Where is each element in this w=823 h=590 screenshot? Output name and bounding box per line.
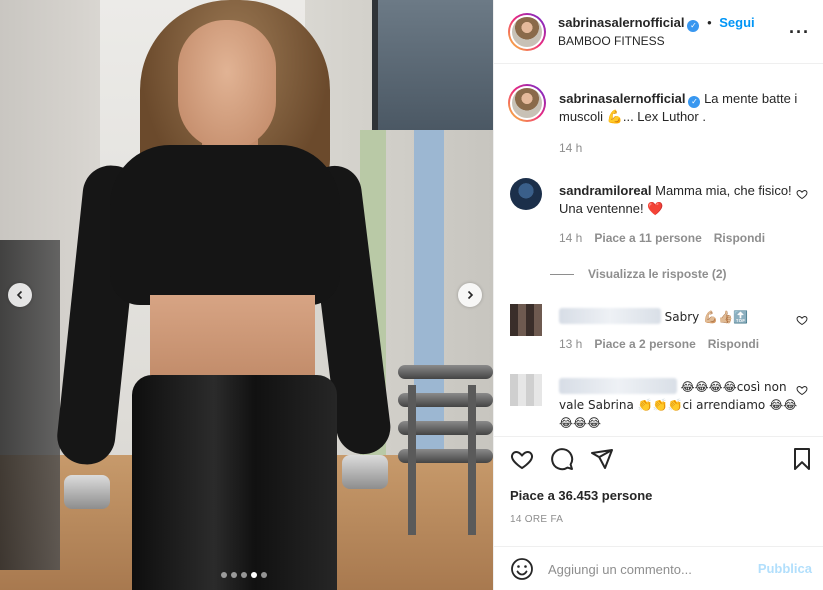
reply-button[interactable]: Rispondi (708, 337, 759, 351)
save-bookmark-icon[interactable] (790, 447, 814, 471)
author-avatar[interactable] (508, 13, 546, 51)
comment-body: 😂😂😂😂così non vale Sabrina 👏👏👏ci arrendia… (559, 378, 799, 432)
like-comment-heart-icon[interactable] (796, 188, 808, 200)
comments-list[interactable]: sabrinasalernofficial ✓ La mente batte i … (494, 64, 823, 436)
share-paper-plane-icon[interactable] (590, 447, 614, 471)
like-heart-icon[interactable] (510, 447, 534, 471)
like-comment-heart-icon[interactable] (796, 314, 808, 326)
caption-avatar[interactable] (508, 84, 546, 122)
caption-username[interactable]: sabrinasalernofficial (559, 91, 685, 106)
author-username[interactable]: sabrinasalernofficial (558, 15, 684, 30)
comment-body: sandramiloreal Mamma mia, che fisico! Un… (559, 182, 799, 218)
caption-time[interactable]: 14 h (559, 141, 582, 155)
comment-time[interactable]: 13 h (559, 337, 582, 351)
comment-username[interactable]: sandramiloreal (559, 183, 652, 198)
action-bar (494, 436, 823, 484)
author-line: sabrinasalernofficial ✓ • Segui (558, 15, 755, 32)
caption-body: sabrinasalernofficial ✓ La mente batte i … (559, 90, 799, 126)
comment-input[interactable] (548, 557, 748, 581)
view-replies-label: Visualizza le risposte (2) (588, 267, 727, 281)
verified-badge-icon: ✓ (687, 20, 700, 32)
comment-username-blurred[interactable] (559, 308, 661, 324)
comment-item: 😂😂😂😂così non vale Sabrina 👏👏👏ci arrendia… (510, 374, 810, 436)
comment-text: Sabry 💪🏼👍🏼🔝 (664, 310, 748, 324)
comment-username-blurred[interactable] (559, 378, 677, 394)
post-likes[interactable]: Piace a 36.453 persone (510, 488, 652, 503)
carousel-dot (241, 572, 247, 578)
carousel-indicator (221, 572, 267, 578)
dumbbell-rack (398, 365, 493, 535)
comment-item: sandramiloreal Mamma mia, che fisico! Un… (510, 178, 810, 278)
previous-photo-button[interactable] (8, 283, 32, 307)
comment-meta: 14 h Piace a 11 persone Rispondi (559, 231, 765, 245)
separator-dot: • (707, 15, 712, 30)
carousel-dot (261, 572, 267, 578)
person-figure (54, 0, 394, 590)
post-header: sabrinasalernofficial ✓ • Segui BAMBOO FI… (494, 0, 823, 64)
publish-button[interactable]: Pubblica (758, 561, 812, 576)
commenter-avatar-pixelated[interactable] (510, 304, 542, 336)
comment-item: Sabry 💪🏼👍🏼🔝 13 h Piace a 2 persone Rispo… (510, 304, 810, 374)
carousel-dot (231, 572, 237, 578)
carousel-dot (221, 572, 227, 578)
like-comment-heart-icon[interactable] (796, 384, 808, 396)
chevron-left-icon (16, 290, 23, 300)
next-photo-button[interactable] (458, 283, 482, 307)
post-panel: sabrinasalernofficial ✓ • Segui BAMBOO FI… (493, 0, 823, 590)
comment-time[interactable]: 14 h (559, 231, 582, 245)
replies-rule (550, 273, 574, 275)
comment-likes[interactable]: Piace a 11 persone (594, 231, 701, 245)
post-time[interactable]: 14 ORE FA (510, 514, 563, 525)
add-comment-bar: Pubblica (494, 546, 823, 590)
comment-likes[interactable]: Piace a 2 persone (594, 337, 695, 351)
reply-button[interactable]: Rispondi (714, 231, 765, 245)
more-options-button[interactable]: ··· (789, 22, 810, 43)
verified-badge-icon: ✓ (688, 96, 701, 108)
chevron-right-icon (467, 290, 474, 300)
comment-body: Sabry 💪🏼👍🏼🔝 (559, 308, 799, 326)
caption: sabrinasalernofficial ✓ La mente batte i … (508, 84, 810, 166)
post-photo (0, 0, 493, 590)
caption-meta: 14 h (559, 141, 582, 155)
carousel-dot-active (251, 572, 257, 578)
post-location[interactable]: BAMBOO FITNESS (558, 34, 665, 48)
background-window (372, 0, 493, 130)
follow-button[interactable]: Segui (719, 15, 754, 30)
commenter-avatar-pixelated[interactable] (510, 374, 542, 406)
comment-bubble-icon[interactable] (550, 447, 574, 471)
comment-meta: 13 h Piace a 2 persone Rispondi (559, 337, 759, 351)
commenter-avatar[interactable] (510, 178, 542, 210)
emoji-smile-icon[interactable] (510, 557, 534, 581)
view-replies-button[interactable]: Visualizza le risposte (2) (550, 267, 727, 281)
